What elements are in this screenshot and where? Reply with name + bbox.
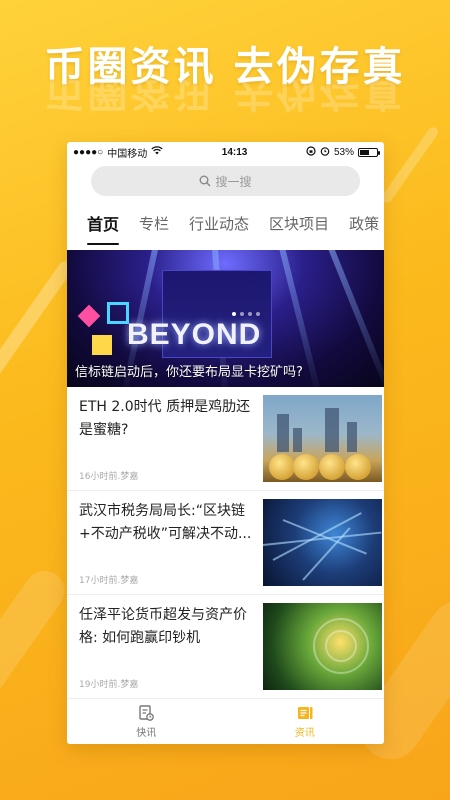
article-meta: 17小时前.梦嘉: [79, 576, 139, 586]
carousel-dot: [248, 312, 252, 316]
list-item[interactable]: 任泽平论货币超发与资产价格: 如何跑赢印钞机 19小时前.梦嘉: [67, 595, 384, 699]
articles-icon: [296, 704, 314, 722]
article-thumbnail: [263, 395, 382, 482]
carousel-dot: [232, 312, 236, 316]
nav-news-flash-label: 快讯: [136, 728, 157, 739]
article-title: 武汉市税务局局长:“区块链+不动产税收”可解决不动...: [79, 503, 252, 542]
news-flash-icon: [137, 704, 155, 722]
decorative-shape: [92, 335, 112, 355]
tab-column[interactable]: 专栏: [139, 213, 169, 234]
status-bar: ●●●●○ 中国移动 14:13 53%: [67, 142, 384, 162]
decorative-stripe: [0, 258, 75, 382]
carrier-name: 中国移动: [107, 148, 148, 160]
decorative-stripe: [0, 562, 73, 718]
search-icon: [199, 175, 211, 187]
article-title: 任泽平论货币超发与资产价格: 如何跑赢印钞机: [79, 607, 247, 646]
decorative-shape: [77, 304, 101, 328]
tab-home[interactable]: 首页: [87, 211, 120, 245]
wifi-icon: [151, 146, 163, 158]
category-tabs: 首页 专栏 行业动态 区块项目 政策: [67, 196, 384, 250]
article-title: ETH 2.0时代 质押是鸡肋还是蜜糖?: [79, 399, 251, 438]
list-item[interactable]: ETH 2.0时代 质押是鸡肋还是蜜糖? 16小时前.梦嘉: [67, 387, 384, 491]
bottom-navigation: 快讯 资讯: [67, 698, 384, 744]
search-placeholder: 搜一搜: [215, 174, 252, 189]
battery-icon: [357, 147, 380, 157]
search-bar[interactable]: 搜一搜: [91, 166, 360, 196]
tab-industry-news[interactable]: 行业动态: [189, 213, 249, 234]
article-meta: 19小时前.梦嘉: [79, 680, 139, 690]
banner-caption: 信标链启动后，你还要布局显卡挖矿吗?: [75, 365, 303, 380]
article-thumbnail: [263, 603, 382, 690]
battery-percent: 53%: [333, 146, 354, 158]
tab-policy[interactable]: 政策: [349, 213, 379, 234]
decorative-shape: [107, 302, 129, 324]
carousel-indicator[interactable]: [232, 312, 260, 316]
nav-news-flash[interactable]: 快讯: [67, 699, 226, 744]
nav-articles-label: 资讯: [294, 728, 315, 739]
stage-logo-text: BEYOND: [127, 318, 262, 351]
decorative-stripe: [380, 125, 440, 205]
signal-strength: ●●●●○: [73, 146, 104, 158]
nav-articles[interactable]: 资讯: [226, 699, 385, 744]
clock: 14:13: [221, 146, 248, 158]
orientation-lock-icon: [306, 145, 316, 159]
promo-headline-reflection: 币圈资讯 去伪存真: [44, 80, 406, 114]
alarm-icon: [320, 146, 330, 159]
article-meta: 16小时前.梦嘉: [79, 472, 139, 482]
carousel-dot: [240, 312, 244, 316]
featured-banner[interactable]: BEYOND 信标链启动后，你还要布局显卡挖矿吗?: [67, 250, 384, 387]
article-thumbnail: [263, 499, 382, 586]
carousel-dot: [256, 312, 260, 316]
list-item[interactable]: 武汉市税务局局长:“区块链+不动产税收”可解决不动... 17小时前.梦嘉: [67, 491, 384, 595]
phone-screen: ●●●●○ 中国移动 14:13 53% 搜一搜 首页 专栏 行业动态 区块项目: [67, 142, 384, 744]
tab-blockchain-projects[interactable]: 区块项目: [269, 213, 329, 234]
